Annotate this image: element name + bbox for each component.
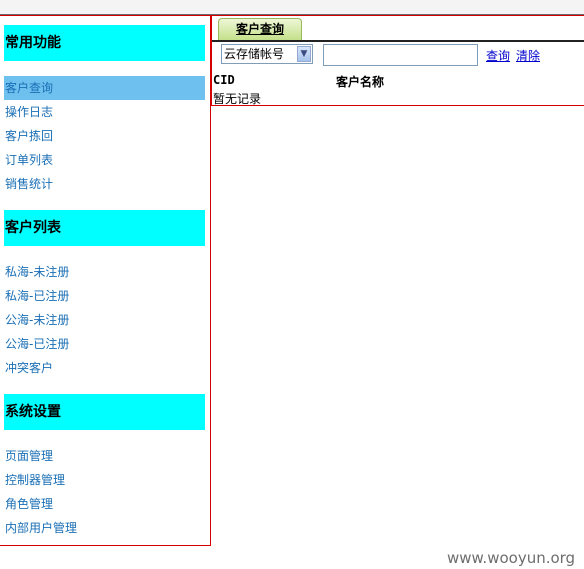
watermark: www.wooyun.org: [447, 549, 576, 567]
sidebar: 常用功能 客户查询 操作日志 客户拣回 订单列表 销售统计 客户列表 私海-未注…: [0, 15, 211, 546]
section-header-customer-list: 客户列表: [4, 210, 205, 246]
sidebar-item-public-registered[interactable]: 公海-已注册: [4, 332, 205, 356]
column-header-customer-name: 客户名称: [336, 75, 385, 89]
tab-underline: [212, 40, 584, 42]
tab-customer-query[interactable]: 客户查询: [218, 18, 302, 40]
tab-label: 客户查询: [235, 22, 284, 36]
sidebar-item-role-management[interactable]: 角色管理: [4, 492, 205, 516]
sidebar-item-order-list[interactable]: 订单列表: [4, 148, 205, 172]
empty-records-text: 暂无记录: [213, 92, 262, 106]
sidebar-item-customer-recall[interactable]: 客户拣回: [4, 124, 205, 148]
search-field-select-value: 云存储帐号: [224, 47, 285, 61]
sidebar-item-private-registered[interactable]: 私海-已注册: [4, 284, 205, 308]
sidebar-item-page-management[interactable]: 页面管理: [4, 444, 205, 468]
sidebar-item-controller-management[interactable]: 控制器管理: [4, 468, 205, 492]
chevron-down-icon: ▼: [297, 46, 311, 62]
query-link[interactable]: 查询: [486, 47, 510, 64]
sidebar-item-operation-log[interactable]: 操作日志: [4, 100, 205, 124]
main-panel: 客户查询 云存储帐号 ▼ 查询 清除 CID 客户名称 暂无记录: [211, 15, 584, 106]
search-input[interactable]: [323, 44, 478, 66]
sidebar-item-customer-query[interactable]: 客户查询: [4, 76, 205, 100]
column-header-cid: CID: [213, 73, 235, 87]
sidebar-item-sales-stats[interactable]: 销售统计: [4, 172, 205, 196]
clear-link[interactable]: 清除: [516, 47, 540, 64]
sidebar-item-private-unregistered[interactable]: 私海-未注册: [4, 260, 205, 284]
sidebar-item-public-unregistered[interactable]: 公海-未注册: [4, 308, 205, 332]
section-header-system-settings: 系统设置: [4, 394, 205, 430]
top-bar: [0, 0, 584, 15]
sidebar-item-conflict-customers[interactable]: 冲突客户: [4, 356, 205, 380]
sidebar-item-internal-user-management[interactable]: 内部用户管理: [4, 516, 205, 540]
search-field-select[interactable]: 云存储帐号 ▼: [221, 44, 313, 64]
section-header-common: 常用功能: [4, 25, 205, 61]
